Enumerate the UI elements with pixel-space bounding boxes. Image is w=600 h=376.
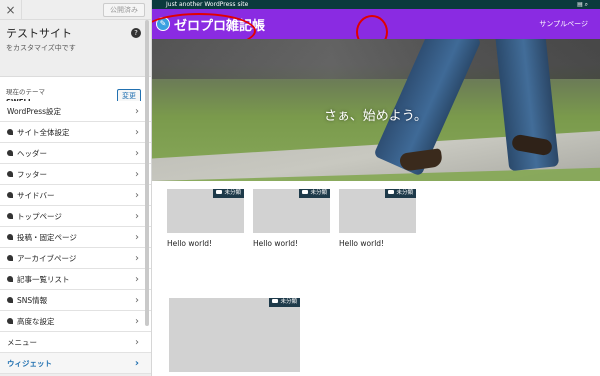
post-thumbnail[interactable]: 未分類 <box>169 298 300 372</box>
sidebar-item-label: トップページ <box>17 212 62 221</box>
customizing-subtitle: をカスタマイズ中です <box>6 44 76 52</box>
site-header: ✎ ゼロプロ雑記帳 サンプルページ <box>152 9 600 49</box>
post-title[interactable]: Hello world! <box>253 239 330 248</box>
folder-icon <box>302 190 309 194</box>
chevron-right-icon: › <box>135 127 139 138</box>
customizer-menu: WordPress設定 › サイト全体設定 › ヘッダー › フッター › サイドバー ›… <box>0 101 151 374</box>
sidebar-item-site-settings[interactable]: サイト全体設定 › <box>0 122 151 143</box>
post-thumbnail[interactable]: 未分類 <box>253 189 330 233</box>
sidebar-item-label: サイト全体設定 <box>17 128 70 137</box>
sidebar-item-advanced[interactable]: 高度な設定 › <box>0 311 151 332</box>
chevron-right-icon: › <box>135 169 139 180</box>
sidebar-item-header[interactable]: ヘッダー › <box>0 143 151 164</box>
customizer-site-info: テストサイト をカスタマイズ中です ? <box>0 20 151 58</box>
chevron-right-icon: › <box>135 337 139 348</box>
sidebar-item-label: WordPress設定 <box>7 107 62 116</box>
post-card[interactable]: 未分類 Hello world! <box>339 189 416 248</box>
chevron-right-icon: › <box>134 358 139 369</box>
sidebar-item-archive-page[interactable]: アーカイブページ › <box>0 248 151 269</box>
post-thumbnail[interactable]: 未分類 <box>339 189 416 233</box>
category-badge[interactable]: 未分類 <box>385 189 416 198</box>
swell-icon <box>7 213 13 219</box>
swell-icon <box>7 171 13 177</box>
swell-icon <box>7 255 13 261</box>
swell-icon <box>7 129 13 135</box>
sidebar-item-label: ヘッダー <box>17 149 47 158</box>
publish-button[interactable]: 公開済み <box>103 3 145 17</box>
swell-icon <box>7 276 13 282</box>
close-icon[interactable]: × <box>0 0 22 20</box>
chevron-right-icon: › <box>135 211 139 222</box>
hero-image: さぁ、始めよう。 <box>152 39 600 181</box>
site-preview: Just another WordPress site ▤ ⌕ ✎ ゼロプロ雑記… <box>152 0 600 376</box>
sidebar-item-top-page[interactable]: トップページ › <box>0 206 151 227</box>
hero-heading: さぁ、始めよう。 <box>324 109 427 124</box>
category-label: 未分類 <box>280 299 297 305</box>
category-label: 未分類 <box>396 190 413 196</box>
post-title[interactable]: Hello world! <box>167 239 244 248</box>
post-thumbnail[interactable]: 未分類 <box>167 189 244 233</box>
chevron-right-icon: › <box>135 148 139 159</box>
sidebar-scrollbar[interactable] <box>145 20 149 326</box>
category-badge[interactable]: 未分類 <box>213 189 244 198</box>
chevron-right-icon: › <box>135 295 139 306</box>
folder-icon <box>388 190 395 194</box>
category-badge[interactable]: 未分類 <box>299 189 330 198</box>
sidebar-item-footer[interactable]: フッター › <box>0 164 151 185</box>
site-title: テストサイト <box>6 27 72 40</box>
customizer-sidebar: × 公開済み テストサイト をカスタマイズ中です ? 現在のテーマ SWELL … <box>0 0 152 376</box>
nav-link-sample-page[interactable]: サンプルページ <box>539 19 588 29</box>
post-title[interactable]: Hello world! <box>339 239 416 248</box>
folder-icon <box>272 299 279 303</box>
category-badge[interactable]: 未分類 <box>269 298 300 307</box>
swell-icon <box>7 318 13 324</box>
category-label: 未分類 <box>224 190 241 196</box>
sidebar-item-sns[interactable]: SNS情報 › <box>0 290 151 311</box>
sidebar-item-label: SNS情報 <box>17 296 48 305</box>
post-card[interactable]: 未分類 Hello world! <box>253 189 330 248</box>
swell-icon <box>7 297 13 303</box>
sidebar-item-posts-pages[interactable]: 投稿・固定ページ › <box>0 227 151 248</box>
help-icon[interactable]: ? <box>131 28 141 38</box>
swell-icon <box>7 234 13 240</box>
rss-search-icons[interactable]: ▤ ⌕ <box>577 0 588 9</box>
sidebar-item-label: フッター <box>17 170 47 179</box>
sidebar-item-label: 記事一覧リスト <box>17 275 70 284</box>
sidebar-item-label: サイドバー <box>17 191 55 200</box>
swell-icon <box>7 192 13 198</box>
chevron-right-icon: › <box>135 232 139 243</box>
chevron-right-icon: › <box>135 106 139 117</box>
chevron-right-icon: › <box>135 190 139 201</box>
sidebar-item-menus[interactable]: メニュー › <box>0 332 151 353</box>
site-tagline: Just another WordPress site <box>166 1 249 8</box>
sidebar-item-label: メニュー <box>7 338 37 347</box>
customizer-topbar: × 公開済み <box>0 0 151 20</box>
sidebar-item-label: 高度な設定 <box>17 317 55 326</box>
chevron-right-icon: › <box>135 274 139 285</box>
folder-icon <box>216 190 223 194</box>
sidebar-item-label: ウィジェット <box>7 359 52 368</box>
category-label: 未分類 <box>310 190 327 196</box>
sidebar-item-post-list[interactable]: 記事一覧リスト › <box>0 269 151 290</box>
post-card[interactable]: 未分類 <box>169 298 300 372</box>
swell-icon <box>7 150 13 156</box>
sidebar-item-label: アーカイブページ <box>17 254 77 263</box>
chevron-right-icon: › <box>135 253 139 264</box>
chevron-right-icon: › <box>135 316 139 327</box>
preview-topbar: Just another WordPress site ▤ ⌕ <box>152 0 600 9</box>
post-card[interactable]: 未分類 Hello world! <box>167 189 244 248</box>
sidebar-item-label: 投稿・固定ページ <box>17 233 77 242</box>
sidebar-item-wordpress-settings[interactable]: WordPress設定 › <box>0 101 151 122</box>
sidebar-item-sidebar[interactable]: サイドバー › <box>0 185 151 206</box>
sidebar-item-widgets[interactable]: ウィジェット › <box>0 353 151 374</box>
